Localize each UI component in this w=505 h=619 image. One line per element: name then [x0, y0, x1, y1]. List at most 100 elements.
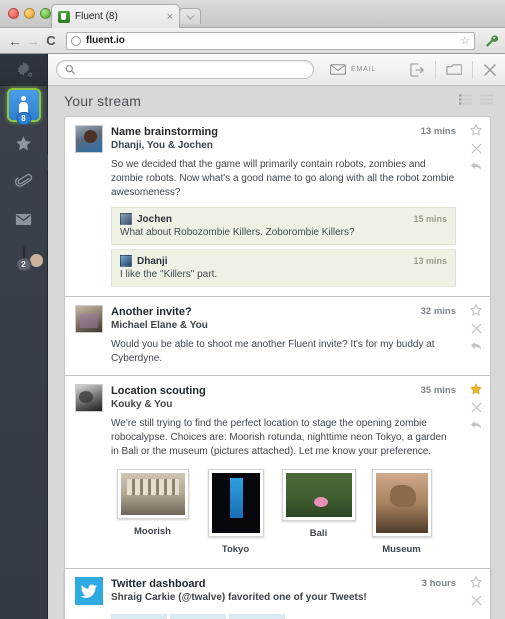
address-bar[interactable]: fluent.io ☆	[66, 31, 475, 50]
attachment-label: Moorish	[134, 526, 171, 537]
app-root: Fluent (8) × ← → C fluent.io ☆ 8 2 EMAIL…	[0, 0, 505, 619]
browser-tab-bar: Fluent (8) ×	[0, 0, 505, 28]
attachment-list: Moorish Tokyo Bali Museum	[111, 469, 456, 555]
sidebar-item-mail[interactable]	[0, 200, 47, 238]
card-action-group	[469, 575, 483, 606]
star-button[interactable]	[470, 383, 482, 395]
sidebar-item-attachments[interactable]	[0, 162, 47, 200]
card-title: Another invite?	[111, 306, 192, 318]
wrench-extension-icon[interactable]	[483, 33, 499, 49]
window-zoom-button[interactable]	[40, 8, 51, 19]
reply-author: Dhanji	[137, 255, 168, 267]
reload-button[interactable]: C	[42, 33, 60, 48]
reply-item[interactable]: Jochen 15 mins What about Robozombie Kil…	[111, 207, 456, 245]
view-toggle-group	[459, 92, 493, 110]
avatar	[120, 213, 132, 225]
stream-card[interactable]: Twitter dashboard Shraig Carkie (@twalve…	[64, 569, 491, 619]
star-button[interactable]	[469, 575, 483, 588]
close-icon	[470, 402, 482, 413]
card-body: Would you be able to shoot me another Fl…	[111, 339, 435, 364]
attachment-item[interactable]: Moorish	[111, 469, 194, 555]
forward-button[interactable]: →	[24, 33, 42, 49]
stream-card[interactable]: Location scouting Kouky & You 35 mins We…	[64, 376, 491, 569]
tab-close-icon[interactable]: ×	[167, 11, 173, 23]
star-button[interactable]	[469, 123, 483, 136]
reply-arrow-icon	[471, 341, 481, 351]
back-button[interactable]: ←	[6, 33, 24, 49]
close-icon	[484, 63, 496, 76]
reply-button[interactable]	[470, 161, 482, 171]
star-button[interactable]	[469, 303, 483, 316]
attachment-thumbnail	[285, 473, 352, 517]
app-viewport: 8 2 EMAIL Your stream Name brainstorming…	[0, 54, 505, 619]
reply-item[interactable]: Dhanji 13 mins I like the "Killers" part…	[111, 249, 456, 287]
window-close-button[interactable]	[8, 8, 19, 19]
dismiss-button[interactable]	[470, 143, 482, 154]
reply-author: Jochen	[137, 213, 173, 225]
star-icon	[469, 123, 483, 136]
stat-followers[interactable]: 8 Followers	[111, 614, 167, 619]
star-icon	[470, 383, 482, 395]
dismiss-button[interactable]	[470, 595, 482, 606]
reply-text: What about Robozombie Killers. Zoborombi…	[120, 227, 355, 238]
close-icon	[470, 143, 482, 154]
browser-tab-title: Fluent (8)	[75, 11, 118, 22]
tab-list-dropdown-button[interactable]	[179, 8, 201, 24]
stat-favorites[interactable]: 15 Favorites	[229, 614, 285, 619]
email-button[interactable]: EMAIL	[330, 64, 376, 75]
card-participants: Dhanji, You & Jochen	[111, 140, 213, 151]
email-button-label: EMAIL	[351, 66, 377, 73]
search-field[interactable]	[56, 60, 314, 79]
search-icon	[65, 64, 75, 75]
card-body: So we decided that the game will primari…	[111, 159, 455, 198]
toolbar-divider-2	[472, 60, 473, 79]
attachment-thumbnail	[120, 473, 185, 515]
reply-timestamp: 15 mins	[413, 214, 447, 224]
stream-header: Your stream	[48, 86, 505, 116]
card-action-group	[469, 123, 483, 171]
view-toggle-compact[interactable]	[459, 92, 472, 110]
stat-retweets[interactable]: 14 Retweets	[170, 614, 226, 619]
reply-button[interactable]	[470, 341, 482, 351]
dismiss-button[interactable]	[470, 402, 482, 413]
card-timestamp: 13 mins	[420, 126, 456, 137]
attachment-thumbnail	[211, 473, 260, 533]
close-button[interactable]	[483, 63, 497, 77]
address-bar-url: fluent.io	[86, 35, 125, 46]
reply-text: I like the "Killers" part.	[120, 269, 218, 280]
export-button[interactable]	[410, 62, 425, 77]
stream-card[interactable]: Name brainstorming Dhanji, You & Jochen …	[64, 116, 491, 297]
avatar	[75, 125, 103, 153]
view-toggle-dense[interactable]	[480, 92, 493, 110]
bookmark-star-icon[interactable]: ☆	[460, 34, 470, 47]
app-sidebar: 8 2	[0, 54, 48, 619]
sidebar-item-profile[interactable]: 2	[0, 238, 47, 276]
star-icon	[16, 135, 31, 150]
card-title: Location scouting	[111, 385, 206, 397]
profile-badge-count: 2	[16, 258, 31, 271]
main-panel: EMAIL Your stream Name brainstorming Dha…	[48, 54, 505, 619]
attachment-item[interactable]: Tokyo	[194, 469, 277, 555]
sidebar-item-settings[interactable]	[0, 54, 47, 86]
attachment-item[interactable]: Bali	[277, 469, 360, 555]
reply-timestamp: 13 mins	[413, 256, 447, 266]
folder-button[interactable]	[446, 63, 462, 76]
reply-arrow-icon	[471, 420, 481, 430]
attachment-item[interactable]: Museum	[360, 469, 443, 555]
dismiss-button[interactable]	[470, 323, 482, 334]
attachment-label: Bali	[309, 528, 328, 539]
reply-button[interactable]	[470, 420, 482, 430]
search-input[interactable]	[80, 64, 305, 75]
window-minimize-button[interactable]	[24, 8, 35, 19]
sidebar-item-stream[interactable]: 8	[0, 86, 47, 125]
window-traffic-lights	[8, 8, 51, 19]
reply-arrow-icon	[471, 161, 481, 171]
star-icon	[469, 575, 483, 588]
stream-card[interactable]: Another invite? Michael Elane & You 32 m…	[64, 297, 491, 376]
sidebar-item-starred[interactable]	[0, 124, 47, 162]
toolbar-divider-1	[435, 60, 436, 79]
avatar	[120, 255, 132, 267]
browser-tab[interactable]: Fluent (8) ×	[51, 4, 180, 28]
card-action-group	[469, 303, 483, 351]
close-icon	[470, 595, 482, 606]
